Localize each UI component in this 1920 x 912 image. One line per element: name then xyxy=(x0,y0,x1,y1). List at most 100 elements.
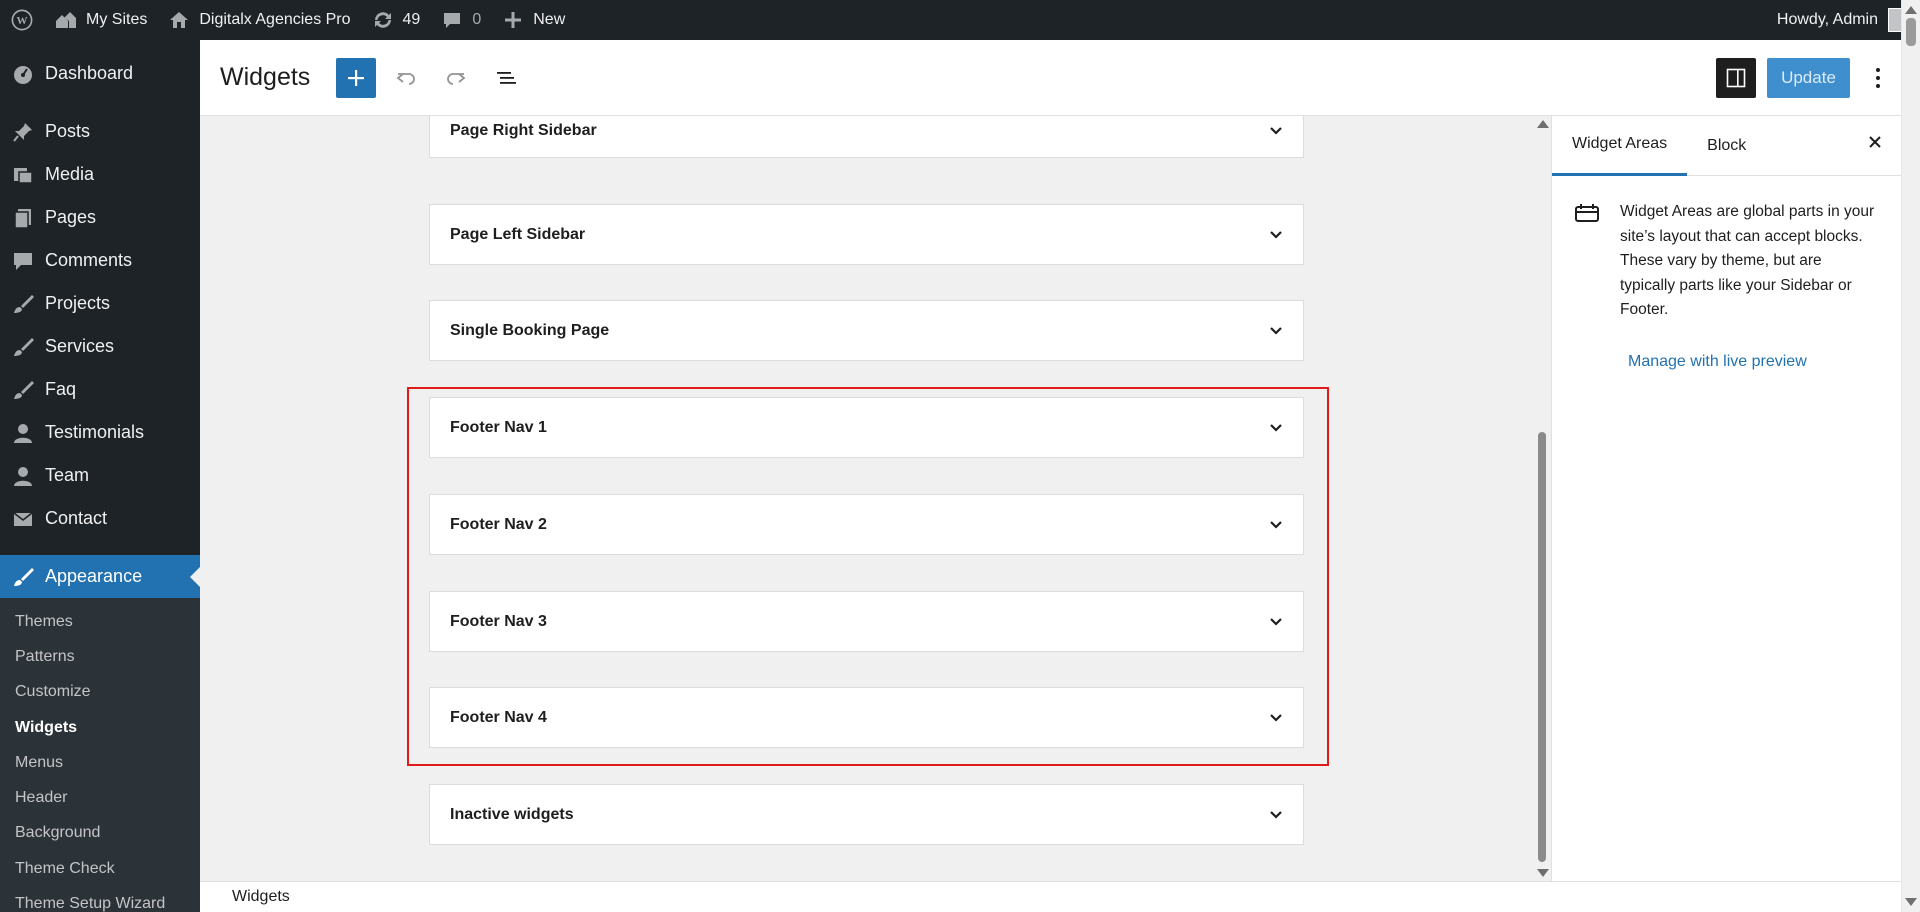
widget-areas-canvas: Page Right Sidebar Page Left Sidebar Sin… xyxy=(200,116,1533,881)
sidebar-item-pages[interactable]: Pages xyxy=(0,196,200,239)
chevron-down-icon[interactable] xyxy=(1269,520,1283,530)
updates-button[interactable]: 49 xyxy=(361,0,431,40)
howdy-label: Howdy, Admin xyxy=(1776,11,1878,28)
submenu-item-theme-check[interactable]: Theme Check xyxy=(0,851,200,886)
widget-area-title: Footer Nav 4 xyxy=(450,708,547,726)
widget-area-footer-nav-1[interactable]: Footer Nav 1 xyxy=(429,397,1304,458)
tab-widget-areas[interactable]: Widget Areas xyxy=(1552,116,1688,176)
widget-area-footer-nav-3[interactable]: Footer Nav 3 xyxy=(429,591,1304,652)
sidebar-item-team[interactable]: Team xyxy=(0,454,200,497)
more-vertical-icon xyxy=(1876,67,1880,88)
submenu-item-background[interactable]: Background xyxy=(0,816,200,851)
scroll-up-arrow-icon[interactable] xyxy=(1537,120,1549,128)
chevron-down-icon[interactable] xyxy=(1269,230,1283,240)
pin-icon xyxy=(10,119,36,145)
my-sites-icon xyxy=(54,8,78,32)
redo-button[interactable] xyxy=(436,58,476,98)
account-menu[interactable]: Howdy, Admin xyxy=(1767,0,1920,40)
home-icon xyxy=(167,8,191,32)
dashboard-icon xyxy=(10,61,36,87)
admin-sidebar: Dashboard Posts Media Pages Comments Pro… xyxy=(0,40,200,912)
plus-icon xyxy=(348,69,365,86)
settings-panel: Widget Areas Block Widget Areas are glob… xyxy=(1551,116,1901,881)
close-panel-button[interactable] xyxy=(1867,134,1883,150)
redo-icon xyxy=(447,72,466,85)
manage-live-preview-link[interactable]: Manage with live preview xyxy=(1628,353,1901,371)
submenu-item-patterns[interactable]: Patterns xyxy=(0,639,200,674)
update-button[interactable]: Update xyxy=(1767,57,1850,98)
wordpress-logo-icon: W xyxy=(10,8,34,32)
updates-count: 49 xyxy=(402,11,421,28)
sidebar-item-services[interactable]: Services xyxy=(0,325,200,368)
sidebar-item-dashboard[interactable]: Dashboard xyxy=(0,52,200,95)
widget-area-title: Page Right Sidebar xyxy=(450,121,597,139)
list-view-button[interactable] xyxy=(486,58,526,98)
widget-area-page-left-sidebar[interactable]: Page Left Sidebar xyxy=(429,204,1304,265)
appearance-submenu: Themes Patterns Customize Widgets Menus … xyxy=(0,598,200,912)
sidebar-item-contact[interactable]: Contact xyxy=(0,497,200,540)
sidebar-item-comments[interactable]: Comments xyxy=(0,239,200,282)
chevron-down-icon[interactable] xyxy=(1269,326,1283,336)
admin-bar: W My Sites Digitalx Agencies Pro 49 0 Ne… xyxy=(0,0,1920,40)
widget-area-icon xyxy=(1574,200,1600,323)
list-view-icon xyxy=(497,71,517,84)
widget-area-footer-nav-2[interactable]: Footer Nav 2 xyxy=(429,494,1304,555)
my-sites-label: My Sites xyxy=(86,11,148,28)
comments-button[interactable]: 0 xyxy=(430,0,491,40)
comment-icon xyxy=(10,248,36,274)
content-scrollbar[interactable] xyxy=(1533,116,1551,881)
wordpress-logo-button[interactable]: W xyxy=(0,0,44,40)
media-icon xyxy=(10,162,36,188)
widget-area-single-booking-page[interactable]: Single Booking Page xyxy=(429,300,1304,361)
undo-button[interactable] xyxy=(386,58,426,98)
sidebar-item-label: Pages xyxy=(45,207,97,227)
svg-text:W: W xyxy=(17,15,28,27)
tab-block[interactable]: Block xyxy=(1687,116,1766,176)
submenu-item-header[interactable]: Header xyxy=(0,780,200,815)
widget-area-footer-nav-4[interactable]: Footer Nav 4 xyxy=(429,687,1304,748)
appearance-icon xyxy=(10,564,36,590)
settings-panel-toggle[interactable] xyxy=(1716,57,1756,98)
breadcrumb[interactable]: Widgets xyxy=(232,888,290,906)
add-block-button[interactable] xyxy=(336,57,377,98)
submenu-item-themes[interactable]: Themes xyxy=(0,604,200,639)
widget-areas-description: Widget Areas are global parts in your si… xyxy=(1620,203,1875,318)
submenu-item-theme-setup-wizard[interactable]: Theme Setup Wizard xyxy=(0,886,200,912)
site-name-label: Digitalx Agencies Pro xyxy=(199,11,351,28)
sidebar-item-faq[interactable]: Faq xyxy=(0,368,200,411)
chevron-down-icon[interactable] xyxy=(1269,423,1283,433)
submenu-item-menus[interactable]: Menus xyxy=(0,745,200,780)
editor-header: Widgets Update xyxy=(200,40,1920,116)
scrollbar-thumb[interactable] xyxy=(1538,432,1546,862)
chevron-down-icon[interactable] xyxy=(1269,810,1283,820)
sidebar-item-label: Comments xyxy=(45,250,133,270)
close-icon xyxy=(1869,136,1881,148)
chevron-down-icon[interactable] xyxy=(1269,126,1283,136)
page-scrollbar[interactable] xyxy=(1901,0,1920,912)
widget-area-inactive-widgets[interactable]: Inactive widgets xyxy=(429,784,1304,845)
sidebar-item-posts[interactable]: Posts xyxy=(0,110,200,153)
submenu-item-widgets[interactable]: Widgets xyxy=(0,710,200,745)
widget-area-title: Single Booking Page xyxy=(450,321,610,339)
submenu-item-customize[interactable]: Customize xyxy=(0,675,200,710)
page-scrollbar-thumb[interactable] xyxy=(1906,18,1916,46)
pages-icon xyxy=(10,205,36,231)
sidebar-item-label: Contact xyxy=(45,508,108,528)
new-content-button[interactable]: New xyxy=(491,0,575,40)
chevron-down-icon[interactable] xyxy=(1269,617,1283,627)
new-label: New xyxy=(533,11,566,28)
widget-area-page-right-sidebar[interactable]: Page Right Sidebar xyxy=(429,116,1304,158)
sidebar-item-testimonials[interactable]: Testimonials xyxy=(0,411,200,454)
site-name-menu[interactable]: Digitalx Agencies Pro xyxy=(157,0,360,40)
widget-areas-info: Widget Areas are global parts in your si… xyxy=(1552,176,1901,323)
my-sites-menu[interactable]: My Sites xyxy=(44,0,157,40)
sidebar-item-appearance[interactable]: Appearance xyxy=(0,555,200,598)
sidebar-item-label: Faq xyxy=(45,379,77,399)
sidebar-item-projects[interactable]: Projects xyxy=(0,282,200,325)
options-button[interactable] xyxy=(1866,67,1890,89)
sidebar-item-media[interactable]: Media xyxy=(0,153,200,196)
scroll-down-arrow-icon[interactable] xyxy=(1905,898,1917,906)
scroll-down-arrow-icon[interactable] xyxy=(1537,869,1549,877)
chevron-down-icon[interactable] xyxy=(1269,713,1283,723)
scroll-up-arrow-icon[interactable] xyxy=(1905,6,1917,14)
